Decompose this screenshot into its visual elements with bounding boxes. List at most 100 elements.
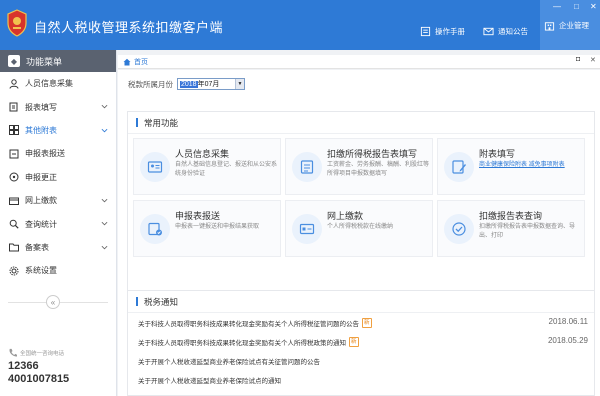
id-card-icon	[140, 152, 170, 182]
card-desc: 个人所得税税款在线缴纳	[327, 224, 394, 230]
notice-item[interactable]: 关于开展个人税收递延型商业养老保险试点有关征管问题的公告	[138, 356, 320, 366]
sidebar-item-label: 其他附表	[25, 125, 57, 135]
edit-icon	[444, 152, 474, 182]
report-form-icon	[292, 152, 322, 182]
sidebar-item-label: 报表填写	[25, 102, 57, 112]
tax-emblem-icon	[7, 9, 27, 37]
sidebar-item-label: 申报表报送	[25, 149, 65, 159]
sidebar-item-settings[interactable]: 系统设置	[0, 259, 116, 282]
correct-icon	[9, 172, 19, 182]
send-icon	[9, 149, 19, 159]
card-desc: 工资薪金、劳务报酬、稿酬、利股红等所得项目申报数据填写	[327, 162, 430, 177]
card-title: 申报表报送	[175, 211, 221, 221]
card-withholding-report[interactable]: 扣缴所得税报告表填写 工资薪金、劳务报酬、稿酬、利股红等所得项目申报数据填写	[285, 138, 433, 195]
month-label: 税款所属月份	[128, 79, 173, 89]
chevron-down-icon	[101, 245, 108, 250]
sidebar-item-correction[interactable]: 申报更正	[0, 166, 116, 189]
sidebar-item-report-fill[interactable]: 报表填写	[0, 95, 116, 118]
manual-icon	[420, 26, 431, 36]
hotline: 全国统一咨询电话 12366 4001007815	[8, 348, 69, 386]
common-functions-title: 常用功能	[128, 112, 594, 134]
chevron-down-icon	[101, 105, 108, 109]
card-report-query[interactable]: 扣缴报告表查询 扣缴所得税报告表申报数据查询、导出、打印	[437, 200, 585, 257]
query-icon	[9, 219, 19, 229]
month-selector-row: 税款所属月份 2018年07月 ▼	[128, 78, 245, 90]
sidebar-item-label: 网上缴款	[25, 196, 57, 206]
sidebar-item-online-payment[interactable]: 网上缴款	[0, 189, 116, 212]
close-tab-icon[interactable]: ✕	[590, 56, 596, 64]
sidebar-item-other-schedules[interactable]: 其他附表	[0, 119, 116, 142]
notice-date: 2018.05.29	[547, 336, 588, 345]
sidebar-item-personnel[interactable]: 人员信息采集	[0, 72, 116, 95]
submit-doc-icon	[140, 214, 170, 244]
card-submit-report[interactable]: 申报表报送 申报表一键报送和申报结果获取	[133, 200, 281, 257]
tab-home-label: 首页	[134, 59, 148, 66]
minimize-icon[interactable]: —	[553, 2, 561, 11]
chevron-down-icon	[101, 128, 108, 133]
company-label: 企业管理	[559, 20, 589, 30]
notice-item[interactable]: 关于科技人员取得职务科技成果转化现金奖励有关个人所得税政策的通知 新	[138, 337, 359, 347]
menu-header: ◆ 功能菜单	[0, 50, 116, 72]
menu-icon: ◆	[8, 55, 20, 67]
month-rest: 年07月	[197, 81, 220, 88]
document-edit-icon	[9, 102, 19, 112]
chevron-down-icon	[101, 222, 108, 226]
close-icon[interactable]: ✕	[590, 2, 597, 11]
notice-date: 2018.06.11	[548, 317, 588, 326]
sidebar-item-query[interactable]: 查询统计	[0, 212, 116, 235]
sidebar-item-label: 系统设置	[25, 266, 57, 276]
restore-tab-icon[interactable]: ◘	[576, 56, 580, 63]
home-icon	[123, 58, 131, 66]
hotline-number-2: 4001007815	[8, 373, 70, 385]
person-icon	[9, 78, 19, 89]
app-title: 自然人税收管理系统扣缴客户端	[34, 20, 224, 35]
chevron-down-icon	[101, 198, 108, 203]
hotline-number-1: 12366	[8, 360, 39, 372]
manual-button[interactable]: 操作手册	[420, 24, 465, 38]
card-online-payment[interactable]: 网上缴款 个人所得税税款在线缴纳	[285, 200, 433, 257]
hotline-label-row: 全国统一咨询电话	[8, 348, 69, 357]
notice-text: 关于科技人员取得职务科技成果转化现金奖励有关个人所得税政策的通知	[138, 340, 346, 347]
sidebar-item-label: 备案表	[25, 242, 49, 252]
notice-text: 关于开展个人税收递延型商业养老保险试点有关征管问题的公告	[138, 359, 320, 366]
new-badge: 新	[362, 318, 372, 328]
new-badge: 新	[349, 337, 359, 347]
card-title: 网上缴款	[327, 211, 364, 221]
card-desc: 自然人基础信息登记、报送和从公安系统身份验证	[175, 162, 278, 177]
common-functions-panel: 常用功能 人员信息采集 自然人基础信息登记、报送和从公安系统身份验证 扣缴所得税…	[127, 111, 595, 299]
phone-icon	[9, 348, 17, 357]
payment-card-icon	[292, 214, 322, 244]
collapse-sidebar-button[interactable]: «	[46, 295, 60, 309]
sidebar-item-submit[interactable]: 申报表报送	[0, 142, 116, 165]
notice-label: 通知公告	[498, 26, 528, 36]
tax-notices-title: 税务通知	[128, 291, 594, 313]
notice-text: 关于科技人员取得职务科技成果转化现金奖励有关个人所得税征管问题的公告	[138, 321, 359, 328]
card-desc-link[interactable]: 商业健康保险附表 减免事项附表	[479, 161, 583, 170]
query-check-icon	[444, 214, 474, 244]
main-content: 税款所属月份 2018年07月 ▼ 常用功能 人员信息采集 自然人基础信息登记、…	[118, 70, 600, 396]
card-title: 扣缴所得税报告表填写	[327, 149, 418, 159]
sidebar-item-label: 申报更正	[25, 172, 57, 182]
card-desc: 申报表一键报送和申报结果获取	[175, 224, 260, 230]
card-personnel-collect[interactable]: 人员信息采集 自然人基础信息登记、报送和从公安系统身份验证	[133, 138, 281, 195]
maximize-icon[interactable]: □	[574, 2, 579, 11]
tab-home[interactable]: 首页	[123, 57, 148, 67]
sidebar-item-filing[interactable]: 备案表	[0, 236, 116, 259]
gear-icon	[9, 266, 19, 276]
dropdown-arrow-icon[interactable]: ▼	[235, 79, 244, 89]
sidebar-item-label: 查询统计	[25, 219, 57, 229]
grid-icon	[9, 125, 19, 136]
card-schedule-fill[interactable]: 附表填写 商业健康保险附表 减免事项附表	[437, 138, 585, 195]
notice-text: 关于开展个人税收递延型商业养老保险试点的通知	[138, 378, 281, 385]
notice-item[interactable]: 关于科技人员取得职务科技成果转化现金奖励有关个人所得税征管问题的公告 新	[138, 318, 372, 328]
month-year-selected: 2018	[180, 81, 198, 88]
company-icon	[544, 21, 555, 31]
notice-button[interactable]: 通知公告	[483, 24, 528, 38]
manual-label: 操作手册	[435, 26, 465, 36]
month-select[interactable]: 2018年07月 ▼	[177, 78, 245, 90]
card-desc: 扣缴所得税报告表申报数据查询、导出、打印	[479, 224, 576, 239]
card-title: 人员信息采集	[175, 149, 230, 159]
menu-title: 功能菜单	[26, 56, 63, 67]
notice-item[interactable]: 关于开展个人税收递延型商业养老保险试点的通知	[138, 375, 281, 385]
sidebar: ◆ 功能菜单 人员信息采集 报表填写 其他附表 申报表报送 申报更正 网上缴款 …	[0, 50, 117, 396]
